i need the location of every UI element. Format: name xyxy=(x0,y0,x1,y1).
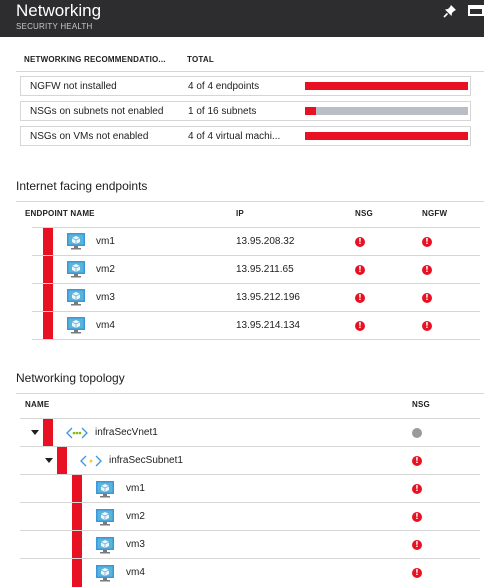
endpoint-ip: 13.95.211.65 xyxy=(236,264,294,275)
critical-icon: ! xyxy=(412,484,422,494)
critical-icon: ! xyxy=(412,456,422,466)
critical-icon: ! xyxy=(412,540,422,550)
vm-icon xyxy=(67,317,85,334)
maximize-icon[interactable] xyxy=(468,5,484,16)
col-header-recommendation[interactable]: NETWORKING RECOMMENDATIO... xyxy=(24,55,166,64)
vm-icon xyxy=(96,481,114,498)
blade-subtitle: SECURITY HEALTH xyxy=(16,22,93,31)
vm-icon xyxy=(96,537,114,554)
severity-indicator xyxy=(57,447,67,475)
endpoint-row[interactable]: vm2 13.95.211.65!! xyxy=(32,255,480,284)
recommendation-name: NSGs on VMs not enabled xyxy=(30,131,149,142)
critical-icon: ! xyxy=(422,265,432,275)
progress-bar xyxy=(305,107,468,115)
recommendation-name: NGFW not installed xyxy=(30,81,117,92)
topology-item-name: vm2 xyxy=(126,511,145,522)
topology-item-name: vm4 xyxy=(126,567,145,578)
divider xyxy=(16,393,484,394)
recommendation-total: 1 of 16 subnets xyxy=(188,106,257,117)
vm-icon xyxy=(96,565,114,582)
topology-row[interactable]: vm3! xyxy=(20,530,480,559)
critical-icon: ! xyxy=(355,293,365,303)
progress-bar-fill xyxy=(305,132,468,140)
endpoints-section-title: Internet facing endpoints xyxy=(16,179,148,193)
progress-bar-fill xyxy=(305,82,468,90)
recommendation-row[interactable]: NGFW not installed 4 of 4 endpoints xyxy=(20,76,471,96)
vm-icon xyxy=(67,233,85,250)
endpoint-name: vm1 xyxy=(96,236,115,247)
col-header-ngfw[interactable]: NGFW xyxy=(422,209,447,218)
endpoint-name: vm4 xyxy=(96,320,115,331)
blade-title: Networking xyxy=(16,1,102,20)
severity-indicator xyxy=(43,312,53,340)
endpoint-ip: 13.95.212.196 xyxy=(236,292,300,303)
topology-item-name: vm1 xyxy=(126,483,145,494)
subnet-icon xyxy=(80,455,102,467)
col-header-nsg[interactable]: NSG xyxy=(412,400,430,409)
divider xyxy=(16,71,484,72)
critical-icon: ! xyxy=(422,293,432,303)
blade-header: Networking SECURITY HEALTH xyxy=(0,0,484,37)
critical-icon: ! xyxy=(412,568,422,578)
critical-icon: ! xyxy=(355,237,365,247)
progress-bar xyxy=(305,132,468,140)
expand-caret-icon[interactable] xyxy=(45,458,53,463)
recommendation-row[interactable]: NSGs on VMs not enabled 4 of 4 virtual m… xyxy=(20,126,471,146)
col-header-nsg[interactable]: NSG xyxy=(355,209,373,218)
col-header-total[interactable]: TOTAL xyxy=(187,55,214,64)
recommendation-total: 4 of 4 virtual machi... xyxy=(188,131,281,142)
col-header-name[interactable]: NAME xyxy=(25,400,49,409)
recommendation-total: 4 of 4 endpoints xyxy=(188,81,260,92)
topology-row[interactable]: vm4! xyxy=(20,558,480,587)
endpoint-ip: 13.95.214.134 xyxy=(236,320,300,331)
topology-row[interactable]: infraSecSubnet1! xyxy=(20,446,480,475)
critical-icon: ! xyxy=(412,512,422,522)
severity-indicator xyxy=(43,419,53,447)
critical-icon: ! xyxy=(355,321,365,331)
divider xyxy=(16,201,484,202)
endpoint-row[interactable]: vm1 13.95.208.32!! xyxy=(32,227,480,256)
critical-icon: ! xyxy=(422,237,432,247)
recommendation-row[interactable]: NSGs on subnets not enabled 1 of 16 subn… xyxy=(20,101,471,121)
recommendation-name: NSGs on subnets not enabled xyxy=(30,106,164,117)
endpoint-name: vm2 xyxy=(96,264,115,275)
topology-section-title: Networking topology xyxy=(16,371,125,385)
vm-icon xyxy=(96,509,114,526)
vm-icon xyxy=(67,261,85,278)
topology-row[interactable]: infraSecVnet1 xyxy=(20,418,480,447)
critical-icon: ! xyxy=(355,265,365,275)
severity-indicator xyxy=(72,559,82,587)
progress-bar-fill xyxy=(305,107,317,115)
topology-item-name: vm3 xyxy=(126,539,145,550)
status-ok-icon xyxy=(412,428,422,438)
severity-indicator xyxy=(43,228,53,256)
topology-item-name: infraSecVnet1 xyxy=(95,427,158,438)
vm-icon xyxy=(67,289,85,306)
col-header-endpoint-name[interactable]: ENDPOINT NAME xyxy=(25,209,95,218)
severity-indicator xyxy=(43,284,53,312)
endpoint-name: vm3 xyxy=(96,292,115,303)
divider xyxy=(32,339,480,340)
topology-row[interactable]: vm1! xyxy=(20,474,480,503)
severity-indicator xyxy=(43,256,53,284)
expand-caret-icon[interactable] xyxy=(31,430,39,435)
severity-indicator xyxy=(72,475,82,503)
endpoint-row[interactable]: vm3 13.95.212.196!! xyxy=(32,283,480,312)
vnet-icon xyxy=(66,427,88,439)
endpoint-row[interactable]: vm4 13.95.214.134!! xyxy=(32,311,480,340)
topology-item-name: infraSecSubnet1 xyxy=(109,455,183,466)
endpoint-ip: 13.95.208.32 xyxy=(236,236,295,247)
col-header-ip[interactable]: IP xyxy=(236,209,244,218)
severity-indicator xyxy=(72,503,82,531)
progress-bar xyxy=(305,82,468,90)
topology-row[interactable]: vm2! xyxy=(20,502,480,531)
severity-indicator xyxy=(72,531,82,559)
pin-icon[interactable] xyxy=(443,4,457,18)
critical-icon: ! xyxy=(422,321,432,331)
